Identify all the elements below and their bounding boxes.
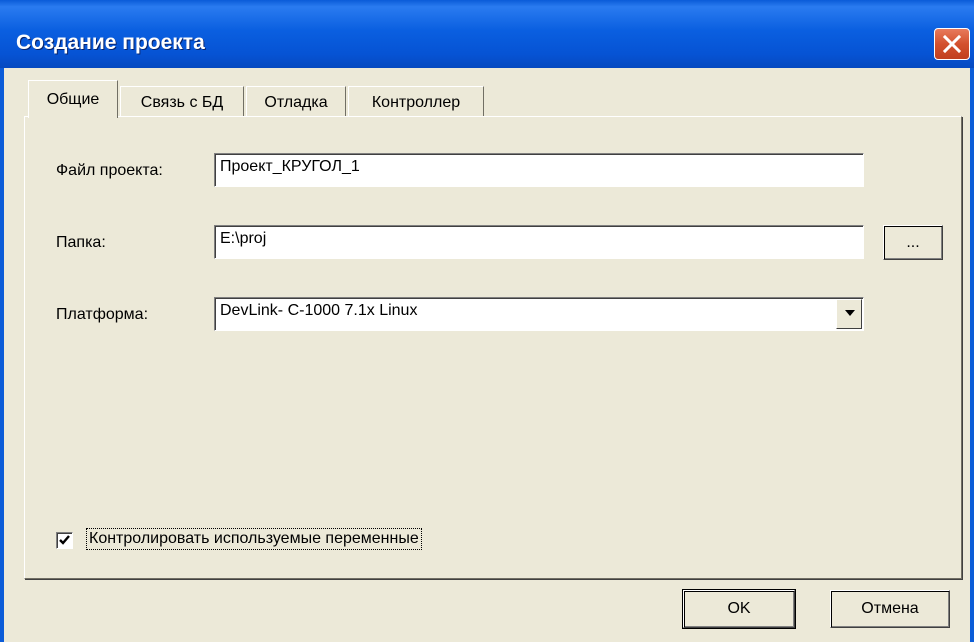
tab-debug-label: Отладка — [264, 94, 328, 111]
check-vars-checkbox[interactable] — [56, 532, 73, 549]
check-vars-label[interactable]: Контролировать используемые переменные — [86, 528, 422, 550]
tab-db-link-label: Связь с БД — [140, 94, 224, 111]
window-title: Создание проекта — [16, 31, 205, 54]
tab-controller-label: Контроллер — [371, 94, 461, 111]
project-file-input[interactable]: Проект_КРУГОЛ_1 — [214, 153, 864, 187]
close-button[interactable] — [934, 28, 970, 60]
ok-button[interactable]: OK — [682, 589, 796, 629]
title-bar[interactable]: Создание проекта — [0, 0, 974, 68]
checkmark-icon — [59, 535, 70, 545]
platform-select-value: DevLink- C-1000 7.1x Linux — [220, 302, 418, 319]
tab-general[interactable]: Общие — [28, 80, 118, 118]
folder-label: Папка: — [56, 234, 106, 251]
chevron-down-icon — [845, 310, 855, 316]
cancel-button[interactable]: Отмена — [830, 590, 950, 628]
window-frame-right — [970, 68, 974, 642]
window-frame-left — [0, 68, 4, 642]
create-project-dialog: Создание проекта Общие Связь с БД Отладк… — [0, 0, 974, 642]
platform-select[interactable]: DevLink- C-1000 7.1x Linux — [214, 297, 864, 331]
browse-folder-button[interactable]: ... — [883, 225, 943, 260]
tab-general-label: Общие — [46, 91, 100, 108]
tab-controller[interactable]: Контроллер — [348, 86, 484, 117]
project-file-label: Файл проекта: — [56, 162, 163, 179]
platform-label: Платформа: — [56, 306, 149, 323]
tab-db-link[interactable]: Связь с БД — [120, 86, 244, 117]
tab-debug[interactable]: Отладка — [246, 86, 346, 117]
platform-dropdown-button[interactable] — [836, 299, 862, 329]
close-icon — [943, 35, 961, 53]
folder-input[interactable]: E:\proj — [214, 225, 864, 259]
